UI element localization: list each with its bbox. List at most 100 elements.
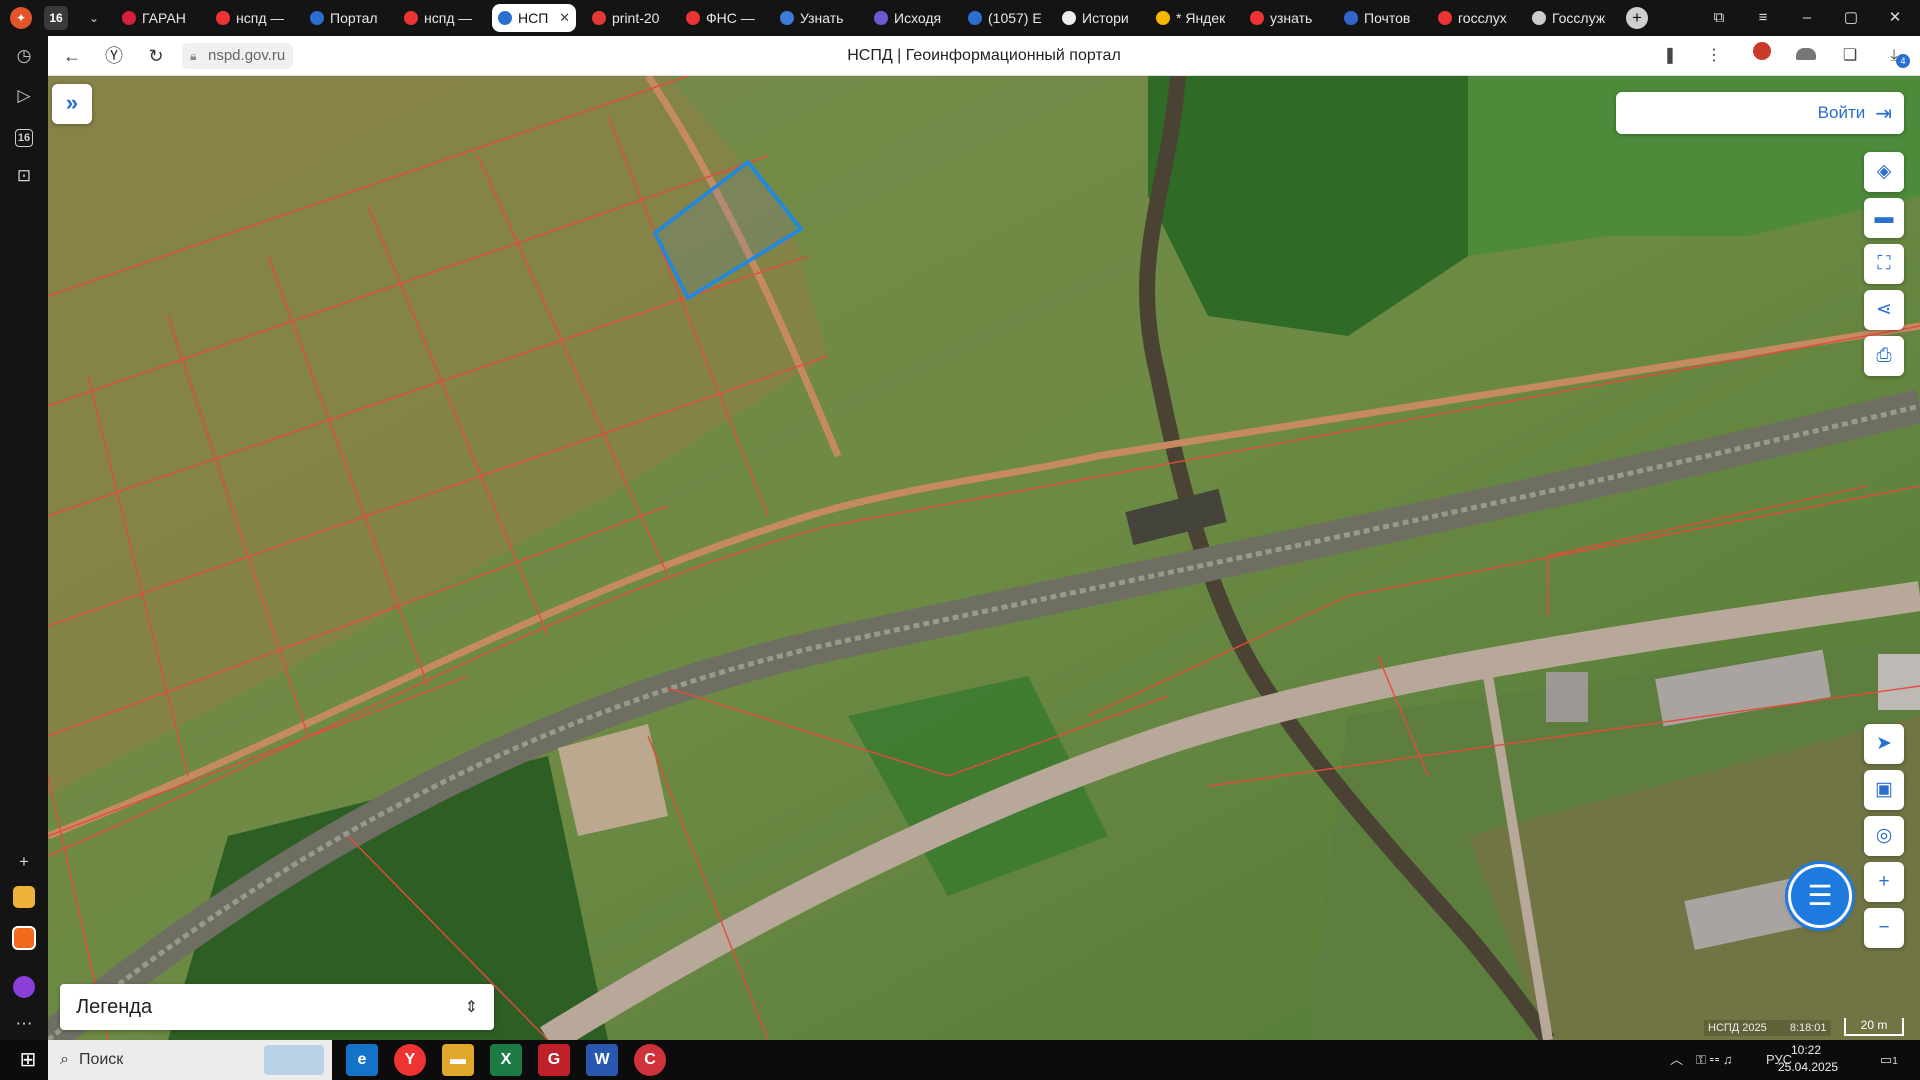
- browser-tab[interactable]: Исходя: [868, 4, 958, 32]
- tab-label: узнать: [1270, 10, 1313, 26]
- taskbar: ⊞ ⌕ Поиск e Y ▬ X G W C ︿ ⚿ ⚏ ♫ РУС 10:22…: [0, 1040, 1920, 1080]
- tab-label: print-20: [612, 10, 660, 26]
- zoom-in-button[interactable]: +: [1864, 862, 1904, 902]
- ruler-button[interactable]: ▬: [1864, 198, 1904, 238]
- notif-count: 1: [1892, 1056, 1898, 1067]
- my-location-button[interactable]: ➤: [1864, 724, 1904, 764]
- browser-tab[interactable]: Госслуж: [1526, 4, 1616, 32]
- yandex-icon: [404, 11, 418, 25]
- word-app-icon[interactable]: W: [586, 1044, 618, 1076]
- yandex-browser-app-icon[interactable]: Y: [394, 1044, 426, 1076]
- windows-start-icon[interactable]: ⊞: [8, 1040, 48, 1080]
- login-icon: ⇥: [1875, 102, 1892, 125]
- search-placeholder: Поиск: [78, 1051, 124, 1068]
- chat-button[interactable]: ☰: [1788, 864, 1852, 928]
- more-vertical-icon[interactable]: ⋮: [1700, 42, 1728, 70]
- minimap-button[interactable]: ▣: [1864, 770, 1904, 810]
- zoom-out-button[interactable]: −: [1864, 908, 1904, 948]
- video-icon[interactable]: ▷: [8, 80, 40, 112]
- building: [1878, 654, 1920, 710]
- search-highlight-icon: [264, 1045, 324, 1075]
- reload-icon[interactable]: ↻: [142, 42, 170, 70]
- edge-app-icon[interactable]: e: [346, 1044, 378, 1076]
- sidebar-badge-label: 16: [14, 129, 34, 147]
- expand-panel-button[interactable]: »: [52, 84, 92, 124]
- browser-logo-icon[interactable]: ✦: [10, 7, 32, 29]
- browser-tab[interactable]: Почтов: [1338, 4, 1428, 32]
- legend-dropdown[interactable]: Легенда ⇕: [60, 984, 494, 1030]
- bookmark-icon[interactable]: ❚: [1656, 42, 1684, 70]
- browser-tab[interactable]: нспд —: [210, 4, 300, 32]
- downloads-badge: 4: [1896, 54, 1910, 68]
- print-button[interactable]: ⎙: [1864, 336, 1904, 376]
- layers-button[interactable]: ◈: [1864, 152, 1904, 192]
- browser-tab[interactable]: print-20: [586, 4, 676, 32]
- search-point-button[interactable]: ◎: [1864, 816, 1904, 856]
- yandex-app-icon[interactable]: [8, 926, 40, 958]
- tab-label: нспд —: [424, 10, 473, 26]
- tab-label: ФНС —: [706, 10, 755, 26]
- browser-tab[interactable]: * Яндек: [1150, 4, 1240, 32]
- extension-icon[interactable]: [1748, 42, 1776, 70]
- tab-label: Почтов: [1364, 10, 1411, 26]
- browser-tab[interactable]: госслух: [1432, 4, 1522, 32]
- yandex-home-icon[interactable]: Ⓨ: [100, 42, 128, 70]
- browser-tab[interactable]: Узнать: [774, 4, 864, 32]
- back-icon[interactable]: ←: [58, 42, 86, 70]
- url-field[interactable]: 🔒︎ nspd.gov.ru: [182, 43, 294, 69]
- history-icon: [1062, 11, 1076, 25]
- vpn-icon[interactable]: [1792, 42, 1820, 70]
- browser-tab[interactable]: Истори: [1056, 4, 1146, 32]
- url-text: nspd.gov.ru: [208, 47, 286, 64]
- tab-count-button[interactable]: 16: [44, 6, 68, 30]
- browser-tab[interactable]: (1057) E: [962, 4, 1052, 32]
- gov-icon: [1532, 11, 1546, 25]
- browser-sidebar: ◷ ▷ 16 ⊡ + ⋯: [0, 36, 48, 1040]
- sidebar-badge[interactable]: 16: [8, 120, 40, 152]
- menu-icon[interactable]: ≡: [1750, 6, 1776, 30]
- explorer-app-icon[interactable]: ▬: [442, 1044, 474, 1076]
- share-button[interactable]: ⋖: [1864, 290, 1904, 330]
- history-icon[interactable]: ◷: [8, 40, 40, 72]
- browser-tab[interactable]: ФНС —: [680, 4, 770, 32]
- alice-icon[interactable]: [8, 976, 40, 1008]
- credit-text: НСПД 2025: [1708, 1022, 1767, 1034]
- tab-list-chevron-icon[interactable]: ⌄: [84, 6, 104, 30]
- browser-tab[interactable]: нспд —: [398, 4, 488, 32]
- tray-icons[interactable]: ⚿ ⚏ ♫: [1696, 1040, 1733, 1080]
- minimize-icon[interactable]: –: [1794, 6, 1820, 30]
- add-panel-icon[interactable]: +: [8, 846, 40, 878]
- close-window-icon[interactable]: ✕: [1882, 6, 1908, 30]
- hand-app-icon[interactable]: [8, 886, 40, 918]
- map-view[interactable]: » Войти ⇥ ◈ ▬ ⛶ ⋖ ⎙ ➤ ▣ ◎ + − ☰ Легенда ⇕ …: [48, 76, 1920, 1040]
- notifications-icon[interactable]: ▭1: [1880, 1040, 1898, 1080]
- yandex-mail-icon: [1156, 11, 1170, 25]
- more-icon[interactable]: ⋯: [8, 1008, 40, 1040]
- tray-chevron-icon[interactable]: ︿: [1670, 1040, 1683, 1080]
- select-area-button[interactable]: ⛶: [1864, 244, 1904, 284]
- browser-tab[interactable]: Портал: [304, 4, 394, 32]
- post-icon: [1344, 11, 1358, 25]
- browser-tab[interactable]: узнать: [1244, 4, 1334, 32]
- portal-icon: [310, 11, 324, 25]
- screenshot-icon[interactable]: ⊡: [8, 160, 40, 192]
- close-tab-icon[interactable]: ✕: [559, 10, 570, 26]
- tab-label: Истори: [1082, 10, 1129, 26]
- collections-toolbar-icon[interactable]: ❏: [1836, 42, 1864, 70]
- clock[interactable]: 10:22 25.04.2025: [1778, 1042, 1838, 1076]
- maximize-icon[interactable]: ▢: [1838, 6, 1864, 30]
- downloads-icon[interactable]: ⤓ 4: [1880, 42, 1910, 70]
- new-tab-button[interactable]: +: [1626, 7, 1648, 29]
- browser-tab-strip: ✦ 16 ⌄ ГАРАН нспд — Портал нспд — НСП, ✕ print…: [0, 0, 1920, 36]
- browser-tab[interactable]: НСП, ✕: [492, 4, 576, 32]
- garant-app-icon[interactable]: G: [538, 1044, 570, 1076]
- browser-tab[interactable]: ГАРАН: [116, 4, 206, 32]
- satellite-map[interactable]: [48, 76, 1920, 1040]
- tab-label: Исходя: [894, 10, 942, 26]
- collections-icon[interactable]: ⧉: [1706, 6, 1732, 30]
- login-button[interactable]: Войти ⇥: [1616, 92, 1904, 134]
- scale-bar: 20 m: [1844, 1018, 1904, 1036]
- app-circle-icon[interactable]: C: [634, 1044, 666, 1076]
- excel-app-icon[interactable]: X: [490, 1044, 522, 1076]
- taskbar-search[interactable]: ⌕ Поиск: [48, 1040, 332, 1080]
